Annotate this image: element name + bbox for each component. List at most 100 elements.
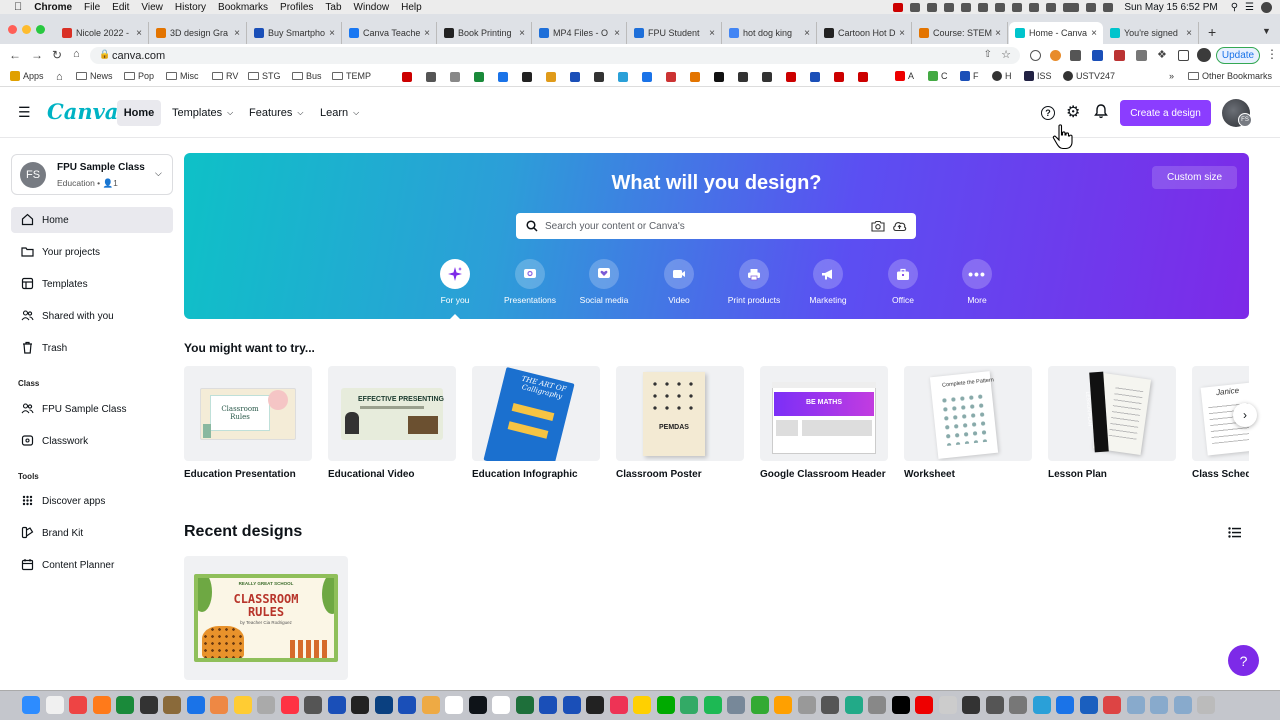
dock-app-icon[interactable] bbox=[280, 696, 299, 714]
bookmark-site-icon[interactable] bbox=[426, 72, 436, 82]
upload-cloud-icon[interactable] bbox=[892, 220, 907, 232]
nav-features[interactable]: Features ⌵ bbox=[243, 100, 310, 126]
extension-icon[interactable] bbox=[1092, 50, 1103, 61]
bookmark-rv[interactable]: RV bbox=[212, 71, 238, 81]
sidebar-item-templates[interactable]: Templates bbox=[11, 271, 173, 297]
dock-app-icon[interactable] bbox=[821, 696, 839, 714]
browser-tab[interactable]: Cartoon Hot D × bbox=[818, 22, 912, 44]
bookmark-site-icon[interactable] bbox=[690, 72, 700, 82]
dock-app-icon[interactable] bbox=[797, 696, 816, 714]
dock-app-icon[interactable] bbox=[22, 696, 40, 714]
browser-tab[interactable]: Course: STEM × bbox=[913, 22, 1008, 44]
bookmark-ustv247[interactable]: USTV247 bbox=[1063, 71, 1115, 81]
sidebar-item-home[interactable]: Home bbox=[11, 207, 173, 233]
menu-profiles[interactable]: Profiles bbox=[280, 2, 313, 13]
nav-learn[interactable]: Learn ⌵ bbox=[314, 100, 365, 126]
browser-tab[interactable]: You're signed × bbox=[1104, 22, 1199, 44]
menu-window[interactable]: Window bbox=[354, 2, 390, 13]
dock-app-icon[interactable] bbox=[445, 696, 463, 714]
browser-tab[interactable]: Buy Smartpho × bbox=[248, 22, 342, 44]
bookmark-site-icon[interactable] bbox=[402, 72, 412, 82]
back-icon[interactable]: ← bbox=[9, 48, 21, 62]
bookmark-home[interactable]: ⌂ bbox=[56, 71, 63, 83]
menu-history[interactable]: History bbox=[175, 2, 206, 13]
menu-help[interactable]: Help bbox=[401, 2, 422, 13]
window-zoom-button[interactable] bbox=[36, 25, 45, 34]
bookmark-site-icon[interactable] bbox=[762, 72, 772, 82]
category-presentations[interactable]: Presentations bbox=[490, 259, 570, 305]
profile-avatar[interactable] bbox=[1197, 48, 1211, 62]
dock-app-icon[interactable] bbox=[1103, 696, 1121, 714]
dock-app-icon[interactable] bbox=[656, 696, 675, 714]
nav-templates[interactable]: Templates ⌵ bbox=[166, 100, 239, 126]
dock-app-icon[interactable] bbox=[304, 696, 322, 714]
category-more[interactable]: ••• More bbox=[937, 259, 1017, 305]
tab-close-icon[interactable]: × bbox=[899, 28, 905, 39]
dock-app-icon[interactable] bbox=[750, 696, 769, 714]
browser-tab[interactable]: Nicole 2022 - × bbox=[56, 22, 149, 44]
dock-app-icon[interactable] bbox=[844, 696, 863, 714]
suggestion-card[interactable]: Classroom Rules Education Presentation bbox=[184, 366, 312, 480]
bookmark-c[interactable]: C bbox=[928, 71, 948, 81]
bookmark-site-icon[interactable] bbox=[834, 72, 844, 82]
create-design-button[interactable]: Create a design bbox=[1120, 100, 1211, 126]
browser-tab[interactable]: MP4 Files - O × bbox=[533, 22, 627, 44]
dock-app-icon[interactable] bbox=[1032, 696, 1051, 714]
bookmark-other[interactable]: Other Bookmarks bbox=[1188, 71, 1272, 81]
sidepanel-icon[interactable] bbox=[1178, 50, 1189, 61]
tab-close-icon[interactable]: × bbox=[614, 28, 620, 39]
camera-icon[interactable] bbox=[871, 220, 885, 232]
list-view-icon[interactable] bbox=[1228, 527, 1241, 538]
menu-extras-icon[interactable]: ☰ bbox=[1245, 2, 1254, 13]
bookmark-site-icon[interactable] bbox=[714, 72, 724, 82]
menu-view[interactable]: View bbox=[141, 2, 163, 13]
status-icon[interactable] bbox=[910, 2, 921, 12]
browser-tab[interactable]: Book Printing × bbox=[438, 22, 532, 44]
status-icon[interactable] bbox=[1046, 2, 1057, 12]
window-minimize-button[interactable] bbox=[22, 25, 31, 34]
browser-tab[interactable]: hot dog king × bbox=[723, 22, 817, 44]
hamburger-menu-icon[interactable]: ☰ bbox=[18, 104, 31, 121]
suggestion-card[interactable]: THE ART OF Calligraphy Education Infogra… bbox=[472, 366, 600, 480]
dock-app-icon[interactable] bbox=[69, 696, 87, 714]
dock-app-icon[interactable] bbox=[1009, 696, 1027, 714]
browser-tab[interactable]: Home - Canva × bbox=[1009, 22, 1103, 44]
bookmark-stg[interactable]: STG bbox=[248, 71, 281, 81]
dock-app-icon[interactable] bbox=[468, 696, 487, 714]
extension-icon[interactable] bbox=[1114, 50, 1125, 61]
window-close-button[interactable] bbox=[8, 25, 17, 34]
dock-app-icon[interactable] bbox=[116, 696, 134, 714]
recent-design-card[interactable]: REALLY GREAT SCHOOL CLASSROOM RULES by T… bbox=[184, 556, 348, 680]
new-tab-icon[interactable]: + bbox=[1208, 24, 1216, 40]
dock-app-icon[interactable] bbox=[562, 696, 581, 714]
dock-app-icon[interactable] bbox=[351, 696, 369, 714]
status-icon[interactable] bbox=[944, 2, 955, 12]
bookmark-site-icon[interactable] bbox=[618, 72, 628, 82]
dock-app-icon[interactable] bbox=[374, 696, 393, 714]
custom-size-button[interactable]: Custom size bbox=[1152, 166, 1237, 189]
dock-app-icon[interactable] bbox=[257, 696, 275, 714]
dock-app-icon[interactable] bbox=[210, 696, 228, 714]
suggestion-card[interactable]: Complete the Pattern Worksheet bbox=[904, 366, 1032, 480]
dock-app-icon[interactable] bbox=[1197, 696, 1215, 714]
suggestion-card[interactable]: BE MATHS Google Classroom Header bbox=[760, 366, 888, 480]
suggestion-card[interactable]: LESSON PLAN Lesson Plan bbox=[1048, 366, 1176, 480]
sidebar-item-brand-kit[interactable]: Brand Kit bbox=[11, 520, 173, 546]
dock-app-icon[interactable] bbox=[233, 696, 252, 714]
team-switcher[interactable]: FS FPU Sample Class Education • 👤1 ⌵ bbox=[11, 154, 173, 195]
dock-app-icon[interactable] bbox=[938, 696, 957, 714]
dock-app-icon[interactable] bbox=[163, 696, 181, 714]
extension-icon[interactable] bbox=[1030, 50, 1041, 61]
dock-app-icon[interactable] bbox=[680, 696, 698, 714]
canva-logo[interactable]: Canva bbox=[47, 99, 118, 124]
dock-app-icon[interactable] bbox=[186, 696, 205, 714]
bookmark-site-icon[interactable] bbox=[642, 72, 652, 82]
status-icon[interactable] bbox=[995, 2, 1006, 12]
dock-app-icon[interactable] bbox=[891, 696, 910, 714]
category-for-you[interactable]: For you bbox=[415, 259, 495, 319]
dock-app-icon[interactable] bbox=[586, 696, 604, 714]
suggestion-card[interactable]: PEMDAS Classroom Poster bbox=[616, 366, 744, 480]
dock-app-icon[interactable] bbox=[515, 696, 534, 714]
status-icon[interactable] bbox=[927, 2, 938, 12]
bookmark-site-icon[interactable] bbox=[738, 72, 748, 82]
